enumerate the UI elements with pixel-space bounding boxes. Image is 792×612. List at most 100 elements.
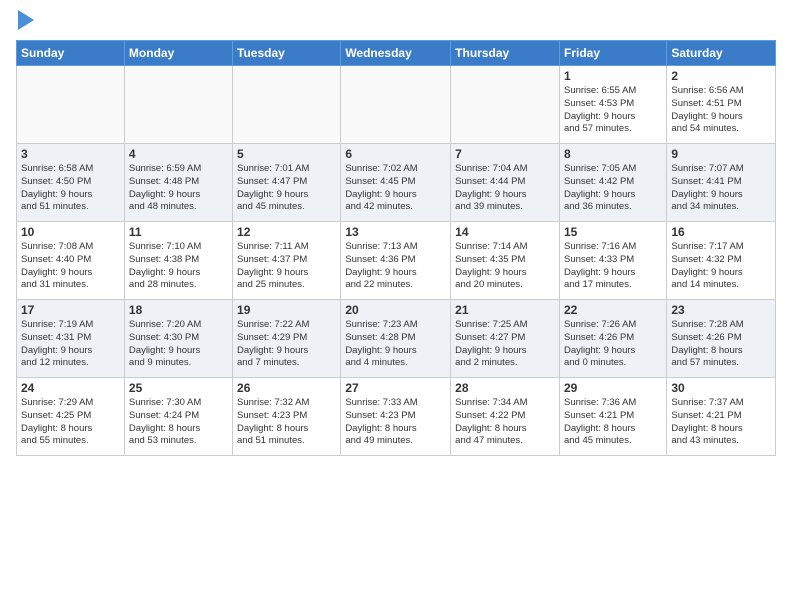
calendar-day-20: 20 Sunrise: 7:23 AM Sunset: 4:28 PM Dayli… [341,300,451,378]
calendar-empty-cell [341,66,451,144]
day-info: Sunrise: 7:23 AM Sunset: 4:28 PM Dayligh… [345,319,446,370]
day-info: Sunrise: 7:36 AM Sunset: 4:21 PM Dayligh… [564,397,662,448]
calendar-weekday-sunday: Sunday [17,41,125,66]
calendar-weekday-tuesday: Tuesday [233,41,341,66]
day-info: Sunrise: 7:22 AM Sunset: 4:29 PM Dayligh… [237,319,336,370]
calendar-week-row: 24 Sunrise: 7:29 AM Sunset: 4:25 PM Dayli… [17,378,776,456]
day-number: 22 [564,303,662,317]
calendar-day-2: 2 Sunrise: 6:56 AM Sunset: 4:51 PM Daylig… [667,66,776,144]
day-number: 23 [671,303,771,317]
calendar-day-22: 22 Sunrise: 7:26 AM Sunset: 4:26 PM Dayli… [559,300,666,378]
day-number: 14 [455,225,555,239]
calendar-day-28: 28 Sunrise: 7:34 AM Sunset: 4:22 PM Dayli… [451,378,560,456]
day-number: 3 [21,147,120,161]
day-info: Sunrise: 7:14 AM Sunset: 4:35 PM Dayligh… [455,241,555,292]
calendar-day-27: 27 Sunrise: 7:33 AM Sunset: 4:23 PM Dayli… [341,378,451,456]
day-info: Sunrise: 7:26 AM Sunset: 4:26 PM Dayligh… [564,319,662,370]
calendar-day-21: 21 Sunrise: 7:25 AM Sunset: 4:27 PM Dayli… [451,300,560,378]
calendar-empty-cell [451,66,560,144]
calendar-day-29: 29 Sunrise: 7:36 AM Sunset: 4:21 PM Dayli… [559,378,666,456]
day-info: Sunrise: 6:59 AM Sunset: 4:48 PM Dayligh… [129,163,228,214]
day-number: 20 [345,303,446,317]
day-info: Sunrise: 7:28 AM Sunset: 4:26 PM Dayligh… [671,319,771,370]
day-number: 12 [237,225,336,239]
day-number: 16 [671,225,771,239]
day-number: 18 [129,303,228,317]
calendar-day-15: 15 Sunrise: 7:16 AM Sunset: 4:33 PM Dayli… [559,222,666,300]
calendar-day-6: 6Sunrise: 7:02 AM Sunset: 4:45 PM Daylig… [341,144,451,222]
day-number: 7 [455,147,555,161]
day-info: Sunrise: 6:56 AM Sunset: 4:51 PM Dayligh… [671,85,771,136]
page-header [16,12,776,30]
calendar-day-25: 25Sunrise: 7:30 AM Sunset: 4:24 PM Dayli… [124,378,232,456]
day-info: Sunrise: 7:16 AM Sunset: 4:33 PM Dayligh… [564,241,662,292]
calendar-day-1: 1 Sunrise: 6:55 AM Sunset: 4:53 PM Daylig… [559,66,666,144]
day-info: Sunrise: 7:10 AM Sunset: 4:38 PM Dayligh… [129,241,228,292]
calendar-weekday-monday: Monday [124,41,232,66]
calendar-day-4: 4Sunrise: 6:59 AM Sunset: 4:48 PM Daylig… [124,144,232,222]
calendar-day-5: 5 Sunrise: 7:01 AM Sunset: 4:47 PM Daylig… [233,144,341,222]
day-info: Sunrise: 7:37 AM Sunset: 4:21 PM Dayligh… [671,397,771,448]
day-number: 24 [21,381,120,395]
calendar-day-13: 13 Sunrise: 7:13 AM Sunset: 4:36 PM Dayli… [341,222,451,300]
calendar-week-row: 17 Sunrise: 7:19 AM Sunset: 4:31 PM Dayli… [17,300,776,378]
calendar-week-row: 3 Sunrise: 6:58 AM Sunset: 4:50 PM Daylig… [17,144,776,222]
calendar-weekday-friday: Friday [559,41,666,66]
calendar-day-11: 11 Sunrise: 7:10 AM Sunset: 4:38 PM Dayli… [124,222,232,300]
day-number: 17 [21,303,120,317]
day-number: 8 [564,147,662,161]
day-number: 30 [671,381,771,395]
logo-arrow-icon [18,10,34,30]
day-info: Sunrise: 7:11 AM Sunset: 4:37 PM Dayligh… [237,241,336,292]
calendar-day-26: 26 Sunrise: 7:32 AM Sunset: 4:23 PM Dayli… [233,378,341,456]
day-number: 9 [671,147,771,161]
calendar-day-10: 10 Sunrise: 7:08 AM Sunset: 4:40 PM Dayli… [17,222,125,300]
day-number: 27 [345,381,446,395]
day-info: Sunrise: 6:58 AM Sunset: 4:50 PM Dayligh… [21,163,120,214]
day-info: Sunrise: 7:25 AM Sunset: 4:27 PM Dayligh… [455,319,555,370]
logo [16,12,34,30]
calendar-day-23: 23 Sunrise: 7:28 AM Sunset: 4:26 PM Dayli… [667,300,776,378]
calendar-day-16: 16 Sunrise: 7:17 AM Sunset: 4:32 PM Dayli… [667,222,776,300]
day-info: Sunrise: 7:29 AM Sunset: 4:25 PM Dayligh… [21,397,120,448]
day-info: Sunrise: 6:55 AM Sunset: 4:53 PM Dayligh… [564,85,662,136]
day-number: 25 [129,381,228,395]
day-number: 1 [564,69,662,83]
calendar-empty-cell [17,66,125,144]
day-info: Sunrise: 7:17 AM Sunset: 4:32 PM Dayligh… [671,241,771,292]
day-info: Sunrise: 7:13 AM Sunset: 4:36 PM Dayligh… [345,241,446,292]
calendar-day-18: 18 Sunrise: 7:20 AM Sunset: 4:30 PM Dayli… [124,300,232,378]
day-info: Sunrise: 7:19 AM Sunset: 4:31 PM Dayligh… [21,319,120,370]
calendar-day-17: 17 Sunrise: 7:19 AM Sunset: 4:31 PM Dayli… [17,300,125,378]
day-info: Sunrise: 7:01 AM Sunset: 4:47 PM Dayligh… [237,163,336,214]
calendar-day-24: 24 Sunrise: 7:29 AM Sunset: 4:25 PM Dayli… [17,378,125,456]
day-info: Sunrise: 7:20 AM Sunset: 4:30 PM Dayligh… [129,319,228,370]
calendar-day-12: 12 Sunrise: 7:11 AM Sunset: 4:37 PM Dayli… [233,222,341,300]
day-number: 2 [671,69,771,83]
calendar-week-row: 10 Sunrise: 7:08 AM Sunset: 4:40 PM Dayli… [17,222,776,300]
calendar-empty-cell [233,66,341,144]
day-info: Sunrise: 7:08 AM Sunset: 4:40 PM Dayligh… [21,241,120,292]
day-number: 15 [564,225,662,239]
day-number: 29 [564,381,662,395]
day-info: Sunrise: 7:05 AM Sunset: 4:42 PM Dayligh… [564,163,662,214]
calendar-empty-cell [124,66,232,144]
day-number: 10 [21,225,120,239]
day-info: Sunrise: 7:34 AM Sunset: 4:22 PM Dayligh… [455,397,555,448]
day-info: Sunrise: 7:04 AM Sunset: 4:44 PM Dayligh… [455,163,555,214]
day-number: 28 [455,381,555,395]
calendar-weekday-thursday: Thursday [451,41,560,66]
calendar-day-19: 19Sunrise: 7:22 AM Sunset: 4:29 PM Dayli… [233,300,341,378]
calendar-week-row: 1 Sunrise: 6:55 AM Sunset: 4:53 PM Daylig… [17,66,776,144]
day-number: 26 [237,381,336,395]
day-info: Sunrise: 7:07 AM Sunset: 4:41 PM Dayligh… [671,163,771,214]
calendar-day-7: 7 Sunrise: 7:04 AM Sunset: 4:44 PM Daylig… [451,144,560,222]
day-number: 5 [237,147,336,161]
day-info: Sunrise: 7:32 AM Sunset: 4:23 PM Dayligh… [237,397,336,448]
day-number: 11 [129,225,228,239]
day-number: 13 [345,225,446,239]
calendar-day-8: 8 Sunrise: 7:05 AM Sunset: 4:42 PM Daylig… [559,144,666,222]
day-info: Sunrise: 7:33 AM Sunset: 4:23 PM Dayligh… [345,397,446,448]
day-info: Sunrise: 7:02 AM Sunset: 4:45 PM Dayligh… [345,163,446,214]
day-number: 21 [455,303,555,317]
